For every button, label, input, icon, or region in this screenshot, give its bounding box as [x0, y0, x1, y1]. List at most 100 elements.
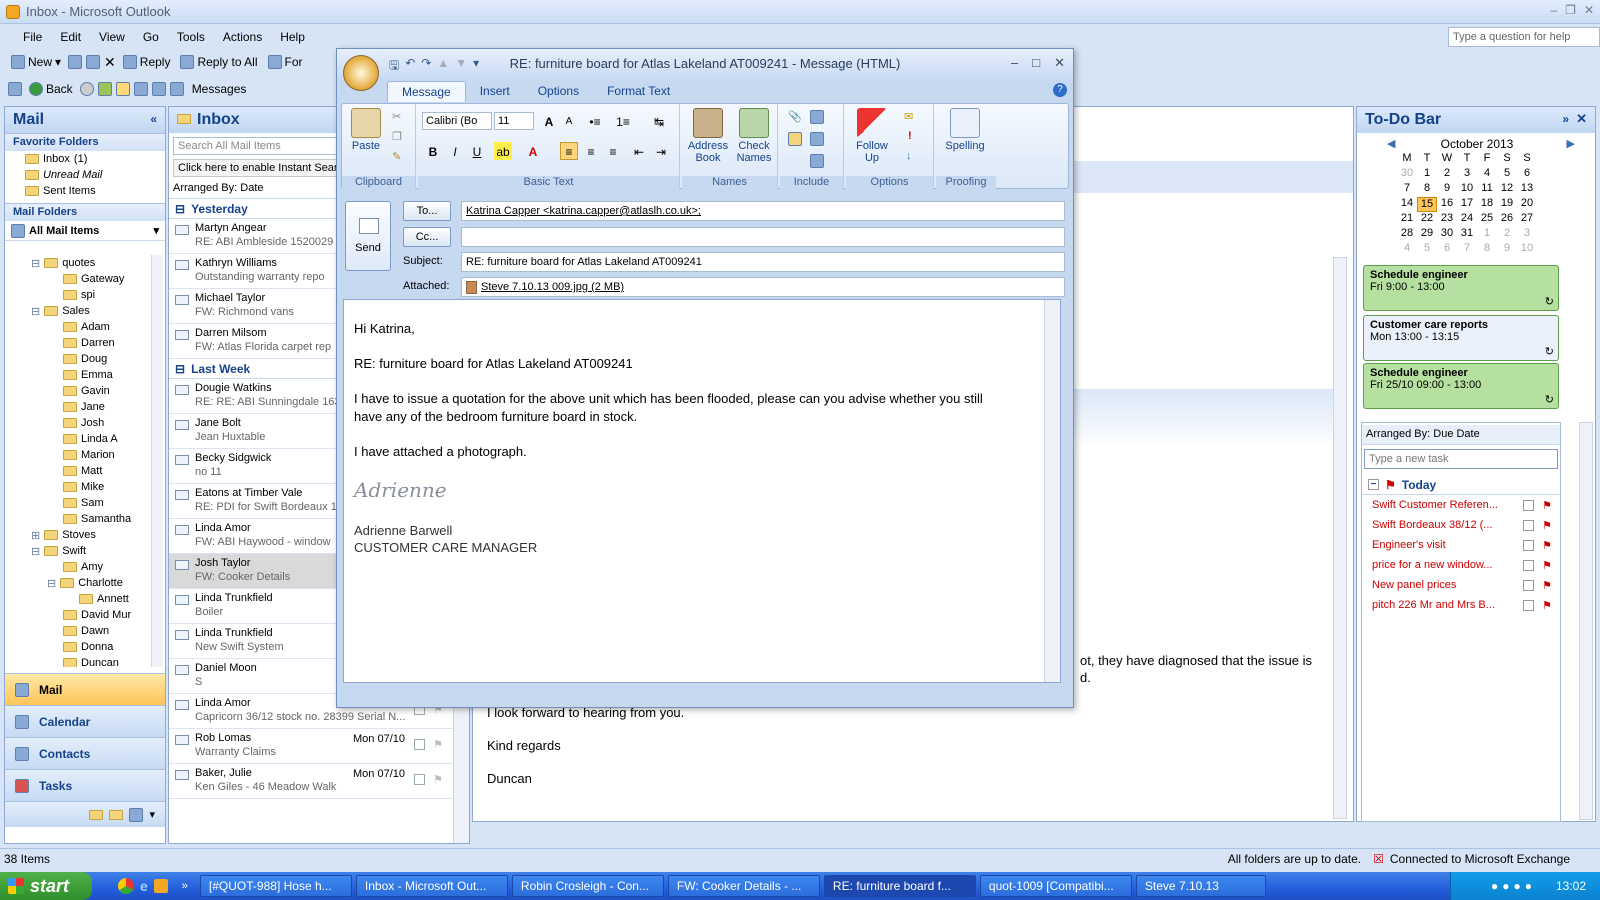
follow-up-button[interactable]: Follow Up	[850, 108, 894, 164]
calendar-day[interactable]: 1	[1477, 227, 1497, 242]
calendar-day[interactable]: 12	[1497, 182, 1517, 197]
folder-item[interactable]: Dawn	[5, 623, 155, 639]
italic-icon[interactable]: I	[446, 142, 464, 160]
chrome-icon[interactable]	[118, 878, 134, 894]
calendar-day[interactable]: 7	[1457, 242, 1477, 257]
category-checkbox[interactable]	[414, 774, 425, 785]
calendar-day[interactable]: 18	[1477, 197, 1497, 212]
task-item[interactable]: New panel prices ⚑	[1362, 575, 1560, 595]
folder-item[interactable]: ⊟ quotes	[5, 255, 155, 271]
delete-icon[interactable]: ✕	[104, 54, 116, 71]
appointment[interactable]: Schedule engineer Fri 9:00 - 13:00 ↻	[1363, 265, 1559, 311]
calendar-day[interactable]: 8	[1417, 182, 1437, 197]
taskbar-window-button[interactable]: FW: Cooker Details - ...	[667, 875, 820, 897]
close-todo-icon[interactable]: ✕	[1576, 111, 1587, 127]
address-book-button[interactable]: Address Book	[686, 108, 730, 164]
forward-button[interactable]: For	[265, 53, 306, 71]
new-task-input[interactable]: Type a new task	[1364, 449, 1558, 469]
folder-item[interactable]: Gateway	[5, 271, 155, 287]
reading-pane-icon[interactable]	[115, 82, 130, 96]
outlook-quicklaunch-icon[interactable]	[153, 879, 168, 893]
connection-status[interactable]: Connected to Microsoft Exchange	[1390, 852, 1570, 866]
calendar-day[interactable]: 27	[1517, 212, 1537, 227]
taskbar-window-button[interactable]: Steve 7.10.13	[1135, 875, 1266, 897]
fav-inbox[interactable]: Inbox (1)	[5, 151, 165, 167]
up-folder-icon[interactable]	[97, 82, 112, 96]
preview-icon[interactable]	[133, 82, 148, 96]
nav-button-contacts[interactable]: Contacts	[5, 737, 165, 769]
calendar-day[interactable]: 10	[1517, 242, 1537, 257]
flag-icon[interactable]: ⚑	[433, 738, 443, 751]
folder-list-icon[interactable]	[109, 809, 124, 820]
flag-icon[interactable]: ⚑	[1542, 499, 1552, 512]
calendar-day[interactable]: 25	[1477, 212, 1497, 227]
calendar-day[interactable]: 23	[1437, 212, 1457, 227]
calendar-day[interactable]: 5	[1497, 167, 1517, 182]
calendar-day[interactable]: 6	[1437, 242, 1457, 257]
calendar-day[interactable]: 30	[1397, 167, 1417, 182]
new-button[interactable]: New ▾	[8, 53, 64, 71]
flag-icon[interactable]: ⚑	[1542, 519, 1552, 532]
print-icon[interactable]	[68, 55, 83, 69]
cc-button[interactable]: Cc...	[403, 227, 451, 247]
forward-arrow-icon[interactable]	[79, 82, 94, 96]
quicklaunch-more-icon[interactable]: »	[182, 880, 188, 892]
message-body[interactable]: Hi Katrina, RE: furniture board for Atla…	[343, 299, 1061, 683]
calendar-day[interactable]: 17	[1457, 197, 1477, 212]
task-checkbox[interactable]	[1523, 539, 1534, 551]
menu-help[interactable]: Help	[271, 30, 314, 44]
copy-icon[interactable]: ❐	[392, 130, 402, 143]
tree-scrollbar[interactable]	[151, 255, 163, 667]
flag-icon[interactable]: ⚑	[1542, 599, 1552, 612]
tray-icons[interactable]: ●●●●	[1491, 879, 1536, 893]
task-item[interactable]: Engineer's visit ⚑	[1362, 535, 1560, 555]
folder-item[interactable]: Darren	[5, 335, 155, 351]
move-icon[interactable]	[86, 55, 101, 69]
folder-item[interactable]: ⊟ Sales	[5, 303, 155, 319]
close-icon[interactable]: ✕	[1584, 3, 1594, 17]
folder-item[interactable]: Matt	[5, 463, 155, 479]
expand-collapse-icon[interactable]: ⊟	[31, 545, 40, 558]
minimize-icon[interactable]: –	[1550, 3, 1557, 17]
task-item[interactable]: Swift Customer Referen... ⚑	[1362, 495, 1560, 515]
appointment[interactable]: Customer care reports Mon 13:00 - 13:15 ↻	[1363, 315, 1559, 361]
task-checkbox[interactable]	[1523, 519, 1534, 531]
expand-collapse-icon[interactable]: ⊟	[31, 257, 40, 270]
ribbon-help-icon[interactable]: ?	[1053, 83, 1067, 97]
folder-item[interactable]: Donna	[5, 639, 155, 655]
folder-item[interactable]: Samantha	[5, 511, 155, 527]
attachment-link[interactable]: Steve 7.10.13 009.jpg (2 MB)	[481, 281, 624, 293]
font-color-icon[interactable]: A	[524, 142, 542, 160]
all-mail-items-dropdown[interactable]: All Mail Items ▾	[5, 221, 165, 241]
office-button[interactable]	[343, 55, 379, 91]
calendar-day[interactable]: 5	[1417, 242, 1437, 257]
folder-item[interactable]: David Mur	[5, 607, 155, 623]
task-item[interactable]: pitch 226 Mr and Mrs B... ⚑	[1362, 595, 1560, 615]
shrink-font-icon[interactable]: A	[560, 112, 578, 130]
increase-indent-icon[interactable]: ⇥	[652, 142, 670, 160]
start-button[interactable]: start	[0, 872, 92, 900]
calendar-day[interactable]: 31	[1457, 227, 1477, 242]
calendar-day[interactable]: 7	[1397, 182, 1417, 197]
to-field[interactable]: Katrina Capper <katrina.capper@atlaslh.c…	[461, 201, 1065, 221]
folder-item[interactable]: ⊟ Swift	[5, 543, 155, 559]
cut-icon[interactable]: ✂	[392, 110, 401, 123]
grow-font-icon[interactable]: A	[540, 112, 558, 130]
expand-collapse-icon[interactable]: ⊟	[31, 305, 40, 318]
flag-icon[interactable]: ⚑	[1542, 579, 1552, 592]
compose-close-icon[interactable]: ✕	[1054, 55, 1065, 71]
taskbar-window-button[interactable]: RE: furniture board f...	[823, 875, 976, 897]
calendar-day[interactable]: 28	[1397, 227, 1417, 242]
folder-item[interactable]: Mike	[5, 479, 155, 495]
task-checkbox[interactable]	[1523, 599, 1534, 611]
reply-all-button[interactable]: Reply to All	[177, 53, 260, 71]
folder-item[interactable]: Jane	[5, 399, 155, 415]
calendar-day[interactable]: 24	[1457, 212, 1477, 227]
calendar-day[interactable]: 20	[1517, 197, 1537, 212]
reply-button[interactable]: Reply	[120, 53, 174, 71]
next-month-icon[interactable]: ▶	[1567, 137, 1575, 150]
align-left-icon[interactable]: ≡	[560, 142, 578, 160]
calendar-day[interactable]: 3	[1457, 167, 1477, 182]
today-group-header[interactable]: − ⚑ Today	[1362, 475, 1560, 495]
calendar-day[interactable]: 30	[1437, 227, 1457, 242]
